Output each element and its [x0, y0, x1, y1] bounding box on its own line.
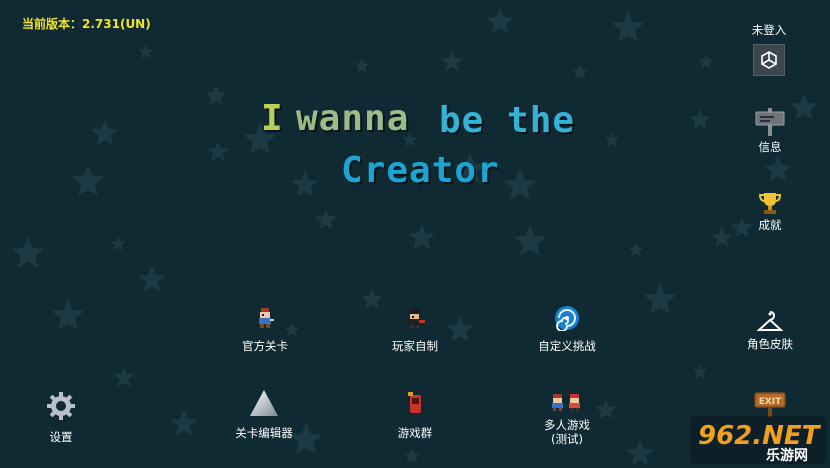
achievements-button[interactable]: 成就 — [744, 188, 796, 232]
settings-label: 设置 — [49, 430, 73, 444]
signboard-icon — [744, 104, 796, 140]
swirl-portal-icon — [527, 303, 607, 333]
info-button[interactable]: 信息 — [744, 104, 796, 154]
game-group-button[interactable]: 游戏群 — [388, 388, 442, 440]
site-watermark-logo: 962.NET 乐游网 — [690, 416, 830, 464]
two-kids-icon — [534, 388, 600, 416]
unity-icon — [753, 44, 785, 76]
skins-label: 角色皮肤 — [747, 337, 793, 351]
title-word-be-the: be the — [439, 100, 576, 141]
skin-hanger-icon — [738, 305, 802, 337]
multiplayer-button[interactable]: 多人游戏 (测试) — [534, 388, 600, 446]
settings-button[interactable]: 设置 — [40, 390, 82, 444]
official-levels-button[interactable]: 官方关卡 — [230, 303, 300, 353]
player-made-label: 玩家自制 — [392, 339, 438, 353]
game-group-label: 游戏群 — [397, 426, 433, 440]
spike-triangle-icon — [226, 386, 302, 420]
custom-challenge-button[interactable]: 自定义挑战 — [527, 303, 607, 353]
skins-button[interactable]: 角色皮肤 — [738, 305, 802, 351]
red-phone-icon — [388, 388, 442, 418]
gear-icon — [40, 390, 82, 422]
title-word-i: I — [261, 98, 284, 139]
official-levels-label: 官方关卡 — [242, 339, 288, 353]
trophy-icon — [744, 188, 796, 218]
login-button[interactable]: 未登入 — [746, 22, 792, 76]
info-label: 信息 — [758, 140, 782, 154]
title-word-wanna: wanna — [296, 98, 410, 139]
multiplayer-label: 多人游戏 — [544, 418, 590, 432]
login-label: 未登入 — [751, 23, 787, 37]
exit-button[interactable]: EXIT — [750, 390, 790, 418]
watermark-text: 962.NET — [698, 421, 822, 451]
level-editor-label: 关卡编辑器 — [235, 426, 293, 440]
custom-challenge-label: 自定义挑战 — [538, 339, 596, 353]
level-editor-button[interactable]: 关卡编辑器 — [226, 386, 302, 440]
player-made-button[interactable]: 玩家自制 — [380, 303, 450, 353]
kid-character-icon — [230, 303, 300, 333]
dark-kid-icon — [380, 303, 450, 333]
exit-sign-text: EXIT — [759, 397, 782, 407]
title-word-creator: Creator — [341, 150, 500, 191]
exit-sign-icon: EXIT — [750, 390, 790, 418]
achievements-label: 成就 — [758, 218, 782, 232]
multiplayer-sublabel: (测试) — [551, 432, 583, 446]
watermark-subtext: 乐游网 — [766, 447, 808, 464]
